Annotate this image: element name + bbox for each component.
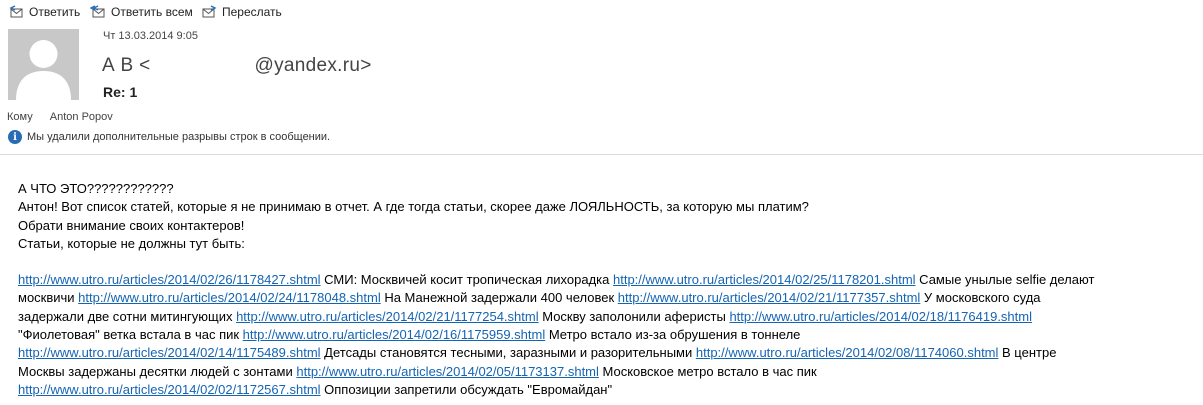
message-date: Чт 13.03.2014 9:05: [103, 30, 198, 42]
article-link[interactable]: http://www.utro.ru/articles/2014/02/26/1…: [18, 272, 321, 287]
reply-all-icon: [90, 5, 105, 18]
article-title: Оппозиции запретили обсуждать "Евромайда…: [320, 381, 613, 397]
article-title: "Фиолетовая" ветка встала в час пик: [18, 327, 243, 343]
article-title: задержали две сотни митингующих: [18, 308, 237, 324]
article-title: СМИ: Москвичей косит тропическая лихорад…: [320, 272, 613, 288]
article-title: Детсады становятся тесными, заразными и …: [320, 345, 696, 361]
reply-label: Ответить: [29, 5, 81, 19]
body-line: А ЧТО ЭТО????????????: [18, 181, 174, 196]
article-link[interactable]: http://www.utro.ru/articles/2014/02/05/1…: [296, 364, 599, 379]
info-text: Мы удалили дополнительные разрывы строк …: [27, 131, 331, 143]
reply-icon: [9, 5, 23, 18]
reply-all-button[interactable]: Ответить всем: [90, 5, 193, 19]
article-link[interactable]: http://www.utro.ru/articles/2014/02/14/1…: [18, 345, 321, 360]
article-link[interactable]: http://www.utro.ru/articles/2014/02/02/1…: [18, 382, 321, 397]
article-title: Москвы задержаны десятки людей с зонтами: [18, 363, 297, 379]
header-divider: [0, 154, 1203, 155]
forward-button[interactable]: Переслать: [201, 5, 282, 19]
article-title: Самые унылые selfie делают: [915, 272, 1095, 288]
message-toolbar: Ответить Ответить всем Переслать: [0, 0, 1203, 26]
body-line: Статьи, которые не должны тут быть:: [18, 235, 245, 251]
link-line: http://www.utro.ru/articles/2014/02/02/1…: [18, 381, 1198, 399]
article-link[interactable]: http://www.utro.ru/articles/2014/02/24/1…: [78, 290, 381, 305]
body-line: Антон! Вот список статей, которые я не п…: [18, 199, 809, 215]
article-title: москвичи: [18, 290, 79, 306]
to-label: Кому: [7, 111, 33, 123]
links-block: http://www.utro.ru/articles/2014/02/26/1…: [18, 271, 1198, 399]
article-title: Метро встало из-за обрушения в тоннеле: [545, 327, 801, 343]
sender-avatar: [8, 29, 79, 100]
body-line: Обрати внимание своих контактеров!: [18, 217, 245, 233]
article-link[interactable]: http://www.utro.ru/articles/2014/02/21/1…: [618, 290, 921, 305]
message-body: А ЧТО ЭТО???????????? Антон! Вот список …: [18, 180, 1198, 399]
article-link[interactable]: http://www.utro.ru/articles/2014/02/16/1…: [243, 327, 546, 342]
sender-address[interactable]: А В < @yandex.ru>: [102, 53, 372, 77]
link-line: задержали две сотни митингующих http://w…: [18, 308, 1198, 326]
reply-all-label: Ответить всем: [111, 5, 193, 19]
info-icon: i: [8, 130, 22, 144]
message-subject: Re: 1: [103, 84, 138, 100]
recipient-name[interactable]: Anton Popov: [50, 111, 113, 123]
link-line: http://www.utro.ru/articles/2014/02/26/1…: [18, 271, 1198, 289]
forward-label: Переслать: [222, 5, 282, 19]
article-link[interactable]: http://www.utro.ru/articles/2014/02/21/1…: [236, 309, 539, 324]
link-line: "Фиолетовая" ветка встала в час пик http…: [18, 326, 1198, 344]
reply-button[interactable]: Ответить: [8, 5, 80, 19]
redacted-area: [150, 53, 255, 75]
link-line: http://www.utro.ru/articles/2014/02/14/1…: [18, 344, 1198, 362]
article-title: Московское метро встало в час пик: [598, 363, 817, 379]
article-title: В центре: [998, 345, 1057, 361]
link-line: москвичи http://www.utro.ru/articles/201…: [18, 289, 1198, 307]
article-link[interactable]: http://www.utro.ru/articles/2014/02/08/1…: [696, 345, 999, 360]
person-icon: [16, 40, 71, 100]
link-line: Москвы задержаны десятки людей с зонтами…: [18, 363, 1198, 381]
recipients-row: Кому Anton Popov: [7, 111, 113, 123]
article-link[interactable]: http://www.utro.ru/articles/2014/02/25/1…: [613, 272, 916, 287]
forward-icon: [202, 5, 217, 18]
article-title: У московского суда: [920, 290, 1041, 306]
sender-suffix: @yandex.ru>: [254, 55, 372, 76]
article-title: На Манежной задержали 400 человек: [380, 290, 618, 306]
sender-prefix: А В <: [102, 55, 151, 76]
article-title: Москву заполонили аферисты: [538, 308, 730, 324]
info-bar[interactable]: i Мы удалили дополнительные разрывы стро…: [8, 130, 330, 144]
article-link[interactable]: http://www.utro.ru/articles/2014/02/18/1…: [729, 309, 1032, 324]
